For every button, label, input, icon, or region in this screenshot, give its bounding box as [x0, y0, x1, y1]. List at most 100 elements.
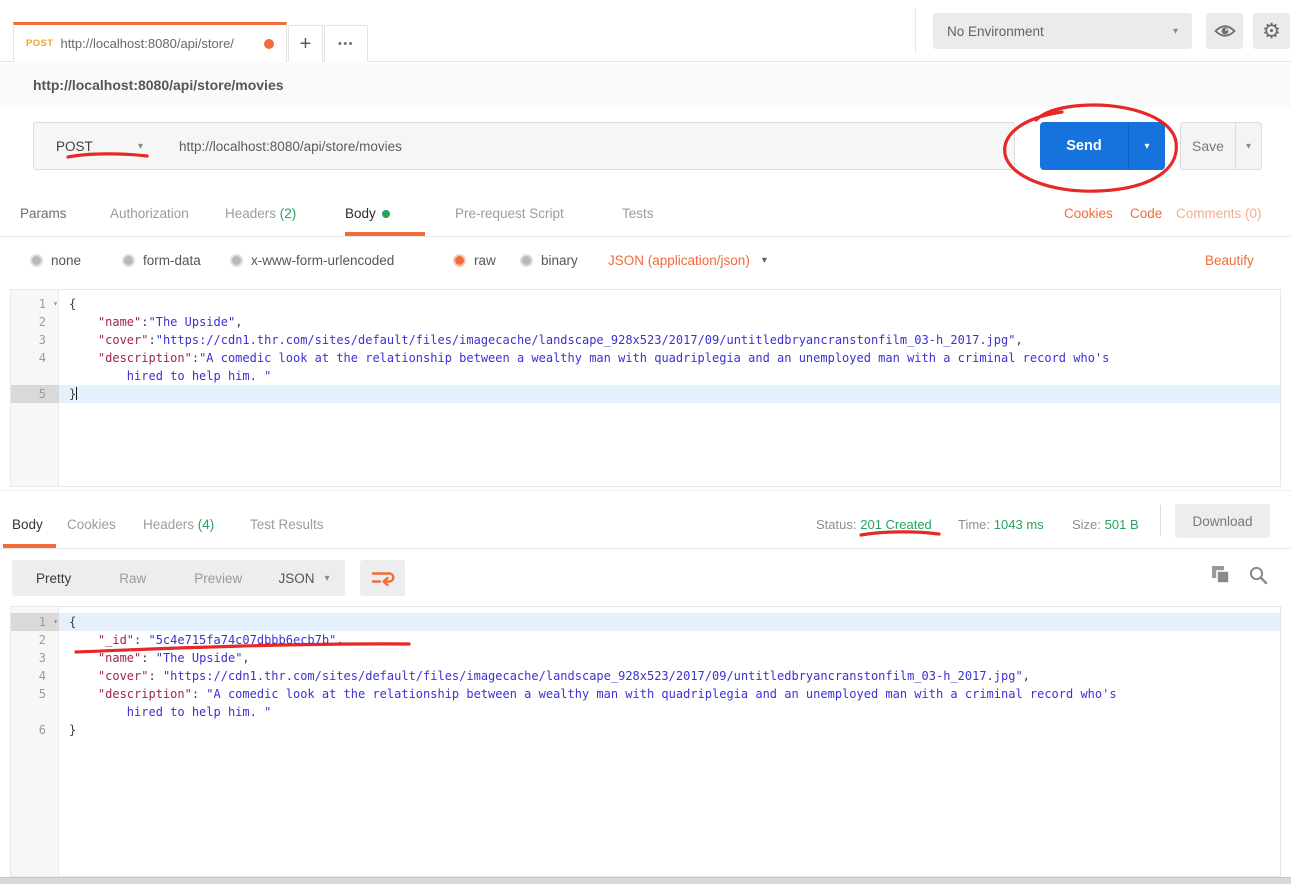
chevron-down-icon: ▾	[1246, 141, 1251, 152]
tab-response-headers[interactable]: Headers (4)	[143, 517, 214, 532]
send-options-button[interactable]: ▾	[1128, 122, 1165, 170]
tab-response-cookies[interactable]: Cookies	[67, 517, 116, 532]
code-line[interactable]: 2 "name":"The Upside",	[11, 313, 1280, 331]
line-number: 4	[11, 349, 59, 367]
tab-headers[interactable]: Headers (2)	[225, 206, 296, 221]
chevron-down-icon: ▾	[1144, 141, 1149, 152]
size-label: Size:	[1072, 517, 1101, 532]
code-line[interactable]: 1▾{	[11, 295, 1280, 313]
size-badge: Size: 501 B	[1072, 517, 1139, 532]
tab-tests[interactable]: Tests	[622, 206, 654, 221]
chevron-down-icon: ▾	[1173, 26, 1178, 37]
response-format-label: JSON	[278, 571, 314, 586]
horizontal-scrollbar[interactable]	[0, 877, 1291, 884]
comments-link[interactable]: Comments (0)	[1176, 206, 1262, 221]
code-line[interactable]: hired to help him. "	[11, 703, 1280, 721]
environment-preview-button[interactable]	[1206, 13, 1243, 49]
save-options-button[interactable]: ▾	[1235, 123, 1261, 169]
tab-test-results[interactable]: Test Results	[250, 517, 324, 532]
save-button[interactable]: Save ▾	[1180, 122, 1262, 170]
request-tab[interactable]: POST http://localhost:8080/api/store/	[13, 22, 287, 62]
tab-method-label: POST	[26, 38, 53, 49]
copy-response-button[interactable]	[1211, 565, 1231, 588]
response-headers-count-badge: (4)	[198, 517, 215, 532]
code-line[interactable]: 6}	[11, 721, 1280, 739]
send-button[interactable]: Send ▾	[1040, 122, 1165, 170]
annotation-status-underline	[861, 532, 939, 535]
beautify-link[interactable]: Beautify	[1205, 253, 1254, 268]
code-line[interactable]: 3 "cover":"https://cdn1.thr.com/sites/de…	[11, 331, 1280, 349]
cookies-link[interactable]: Cookies	[1064, 206, 1113, 221]
tab-pre-request-script[interactable]: Pre-request Script	[455, 206, 564, 221]
chevron-down-icon: ▾	[324, 573, 329, 584]
meta-divider	[1160, 505, 1161, 536]
radio-none[interactable]: none	[30, 253, 81, 268]
code-line[interactable]: 4 "cover": "https://cdn1.thr.com/sites/d…	[11, 667, 1280, 685]
header-divider	[915, 8, 916, 54]
view-toggle: Pretty Raw Preview	[12, 560, 266, 596]
tab-params[interactable]: Params	[20, 206, 67, 221]
more-tabs-button[interactable]: •••	[324, 25, 368, 62]
tab-authorization[interactable]: Authorization	[110, 206, 189, 221]
request-body-editor[interactable]: 1▾{2 "name":"The Upside",3 "cover":"http…	[10, 289, 1281, 487]
fold-caret-icon[interactable]: ▾	[53, 613, 58, 631]
wrap-text-icon	[371, 569, 395, 588]
response-format-selector[interactable]: JSON ▾	[263, 560, 345, 596]
tab-body[interactable]: Body	[345, 206, 390, 221]
code-line[interactable]: 4 "description":"A comedic look at the r…	[11, 349, 1280, 367]
code-line[interactable]: 5}	[11, 385, 1280, 403]
tab-url-label: http://localhost:8080/api/store/	[60, 36, 233, 51]
environment-selector[interactable]: No Environment ▾	[933, 13, 1192, 49]
gear-icon: ⚙	[1262, 19, 1281, 44]
radio-x-www-form-urlencoded[interactable]: x-www-form-urlencoded	[230, 253, 394, 268]
url-input[interactable]	[159, 122, 1015, 170]
time-value: 1043 ms	[994, 517, 1044, 532]
content-type-label: JSON (application/json)	[608, 253, 750, 268]
status-value: 201 Created	[860, 517, 932, 532]
request-title-bar: http://localhost:8080/api/store/movies	[0, 63, 1291, 107]
search-response-button[interactable]	[1248, 565, 1268, 588]
save-label: Save	[1181, 123, 1235, 169]
radio-icon	[520, 254, 533, 267]
environment-label: No Environment	[947, 24, 1044, 39]
method-label: POST	[56, 139, 93, 154]
settings-button[interactable]: ⚙	[1253, 13, 1290, 49]
method-selector[interactable]: POST ▾	[33, 122, 160, 170]
content-type-selector[interactable]: JSON (application/json) ▾	[608, 253, 767, 268]
radio-selected-icon	[453, 254, 466, 267]
code-line[interactable]: 1▾{	[11, 613, 1280, 631]
radio-raw[interactable]: raw	[453, 253, 496, 268]
wrap-text-button[interactable]	[360, 560, 405, 596]
line-number: 3	[11, 331, 59, 349]
copy-icon	[1211, 565, 1231, 585]
radio-binary[interactable]: binary	[520, 253, 578, 268]
radio-form-data[interactable]: form-data	[122, 253, 201, 268]
tab-modified-dot-icon	[264, 39, 274, 49]
postman-app: POST http://localhost:8080/api/store/ + …	[0, 0, 1291, 884]
view-pretty[interactable]: Pretty	[12, 571, 95, 586]
response-body-editor[interactable]: 1▾{2 "_id": "5c4e715fa74c07dbbb6ecb7b",3…	[10, 606, 1281, 877]
download-button[interactable]: Download	[1175, 504, 1270, 538]
new-tab-button[interactable]: +	[288, 25, 323, 62]
code-line[interactable]: 5 "description": "A comedic look at the …	[11, 685, 1280, 703]
tabs-divider	[0, 236, 1291, 237]
fold-caret-icon[interactable]: ▾	[53, 295, 58, 313]
chevron-down-icon: ▾	[138, 141, 143, 152]
send-label: Send	[1040, 122, 1128, 170]
tab-bar: POST http://localhost:8080/api/store/ + …	[0, 0, 1291, 62]
view-raw[interactable]: Raw	[95, 571, 170, 586]
code-link[interactable]: Code	[1130, 206, 1162, 221]
plus-icon: +	[300, 33, 312, 56]
code-line[interactable]: hired to help him. "	[11, 367, 1280, 385]
code-line[interactable]: 3 "name": "The Upside",	[11, 649, 1280, 667]
line-number: 3	[11, 649, 59, 667]
eye-icon	[1214, 23, 1236, 39]
section-divider	[0, 490, 1291, 491]
line-number: 1▾	[11, 613, 59, 631]
tab-response-body[interactable]: Body	[12, 517, 43, 532]
size-value: 501 B	[1105, 517, 1139, 532]
line-number: 6	[11, 721, 59, 739]
line-number: 5	[11, 385, 59, 403]
view-preview[interactable]: Preview	[170, 571, 266, 586]
code-line[interactable]: 2 "_id": "5c4e715fa74c07dbbb6ecb7b",	[11, 631, 1280, 649]
